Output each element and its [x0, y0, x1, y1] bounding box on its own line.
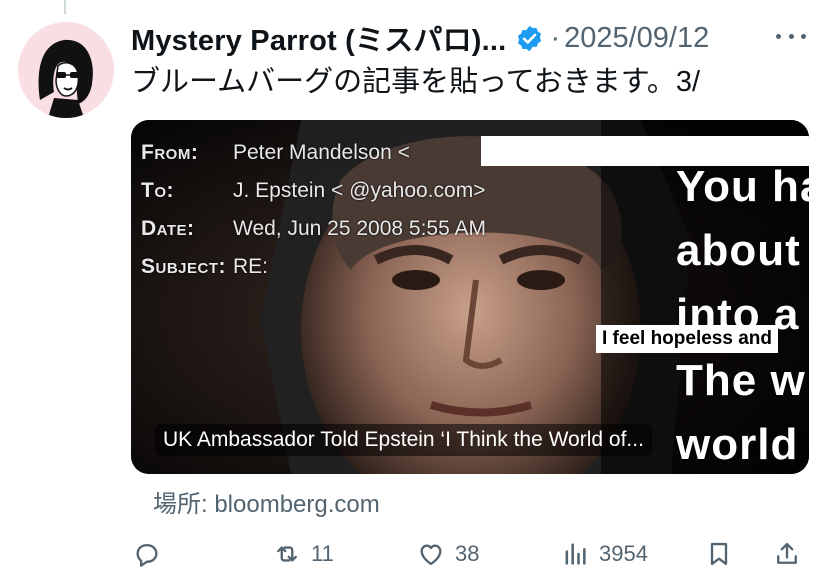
like-button[interactable]: 38 — [417, 534, 479, 574]
avatar[interactable] — [18, 22, 114, 118]
link-card[interactable]: From: Peter Mandelson < To: J. Epstein < @… — [131, 120, 809, 474]
card-source-link[interactable]: 場所: bloomberg.com — [153, 484, 380, 519]
share-icon — [773, 540, 801, 568]
tweet-date[interactable]: 2025/09/12 — [564, 22, 709, 55]
overlay-text-line-5: world — [676, 420, 799, 469]
verified-badge-icon[interactable] — [515, 24, 544, 53]
from-value: Peter Mandelson < — [233, 141, 410, 164]
overlay-text-line-1: You ha — [676, 162, 809, 211]
date-label: Date: — [141, 217, 195, 240]
subject-value: RE: — [233, 255, 269, 278]
retweet-button[interactable]: 11 — [273, 534, 334, 574]
bookmark-icon — [705, 540, 733, 568]
heart-icon — [417, 540, 445, 568]
avatar-illustration — [18, 22, 114, 118]
email-header-overlay: From: Peter Mandelson < To: J. Epstein < @… — [141, 134, 486, 286]
quote-caption: I feel hopeless and — [596, 325, 778, 353]
action-bar: 11 38 3954 — [131, 534, 811, 574]
to-label: To: — [141, 179, 174, 202]
from-label: From: — [141, 141, 199, 164]
share-button[interactable] — [773, 534, 801, 574]
retweet-count: 11 — [311, 541, 334, 566]
card-title: UK Ambassador Told Epstein ‘I Think the … — [155, 424, 652, 456]
views-button[interactable]: 3954 — [561, 534, 648, 574]
to-value: J. Epstein < @yahoo.com> — [233, 179, 486, 202]
overlay-text-line-2: about — [676, 226, 801, 275]
reply-button[interactable] — [133, 534, 161, 574]
subject-label: Subject: — [141, 255, 227, 278]
more-options-icon[interactable] — [776, 26, 806, 46]
like-count: 38 — [455, 541, 480, 566]
tweet-header: Mystery Parrot (ミスパロ)... · 2025/09/12 — [131, 18, 709, 58]
tweet-text: ブルームバーグの記事を貼っておきます。3/ — [131, 66, 701, 98]
reply-icon — [133, 540, 161, 568]
author-display-name[interactable]: Mystery Parrot (ミスパロ)... — [131, 17, 506, 59]
views-chart-icon — [561, 540, 589, 568]
bookmark-button[interactable] — [705, 534, 733, 574]
thread-connector-line — [64, 0, 66, 14]
date-value: Wed, Jun 25 2008 5:55 AM — [233, 217, 486, 240]
views-count: 3954 — [599, 541, 648, 566]
overlay-text-line-4: The w — [676, 356, 806, 405]
retweet-icon — [273, 540, 301, 568]
header-separator: · — [550, 21, 561, 54]
